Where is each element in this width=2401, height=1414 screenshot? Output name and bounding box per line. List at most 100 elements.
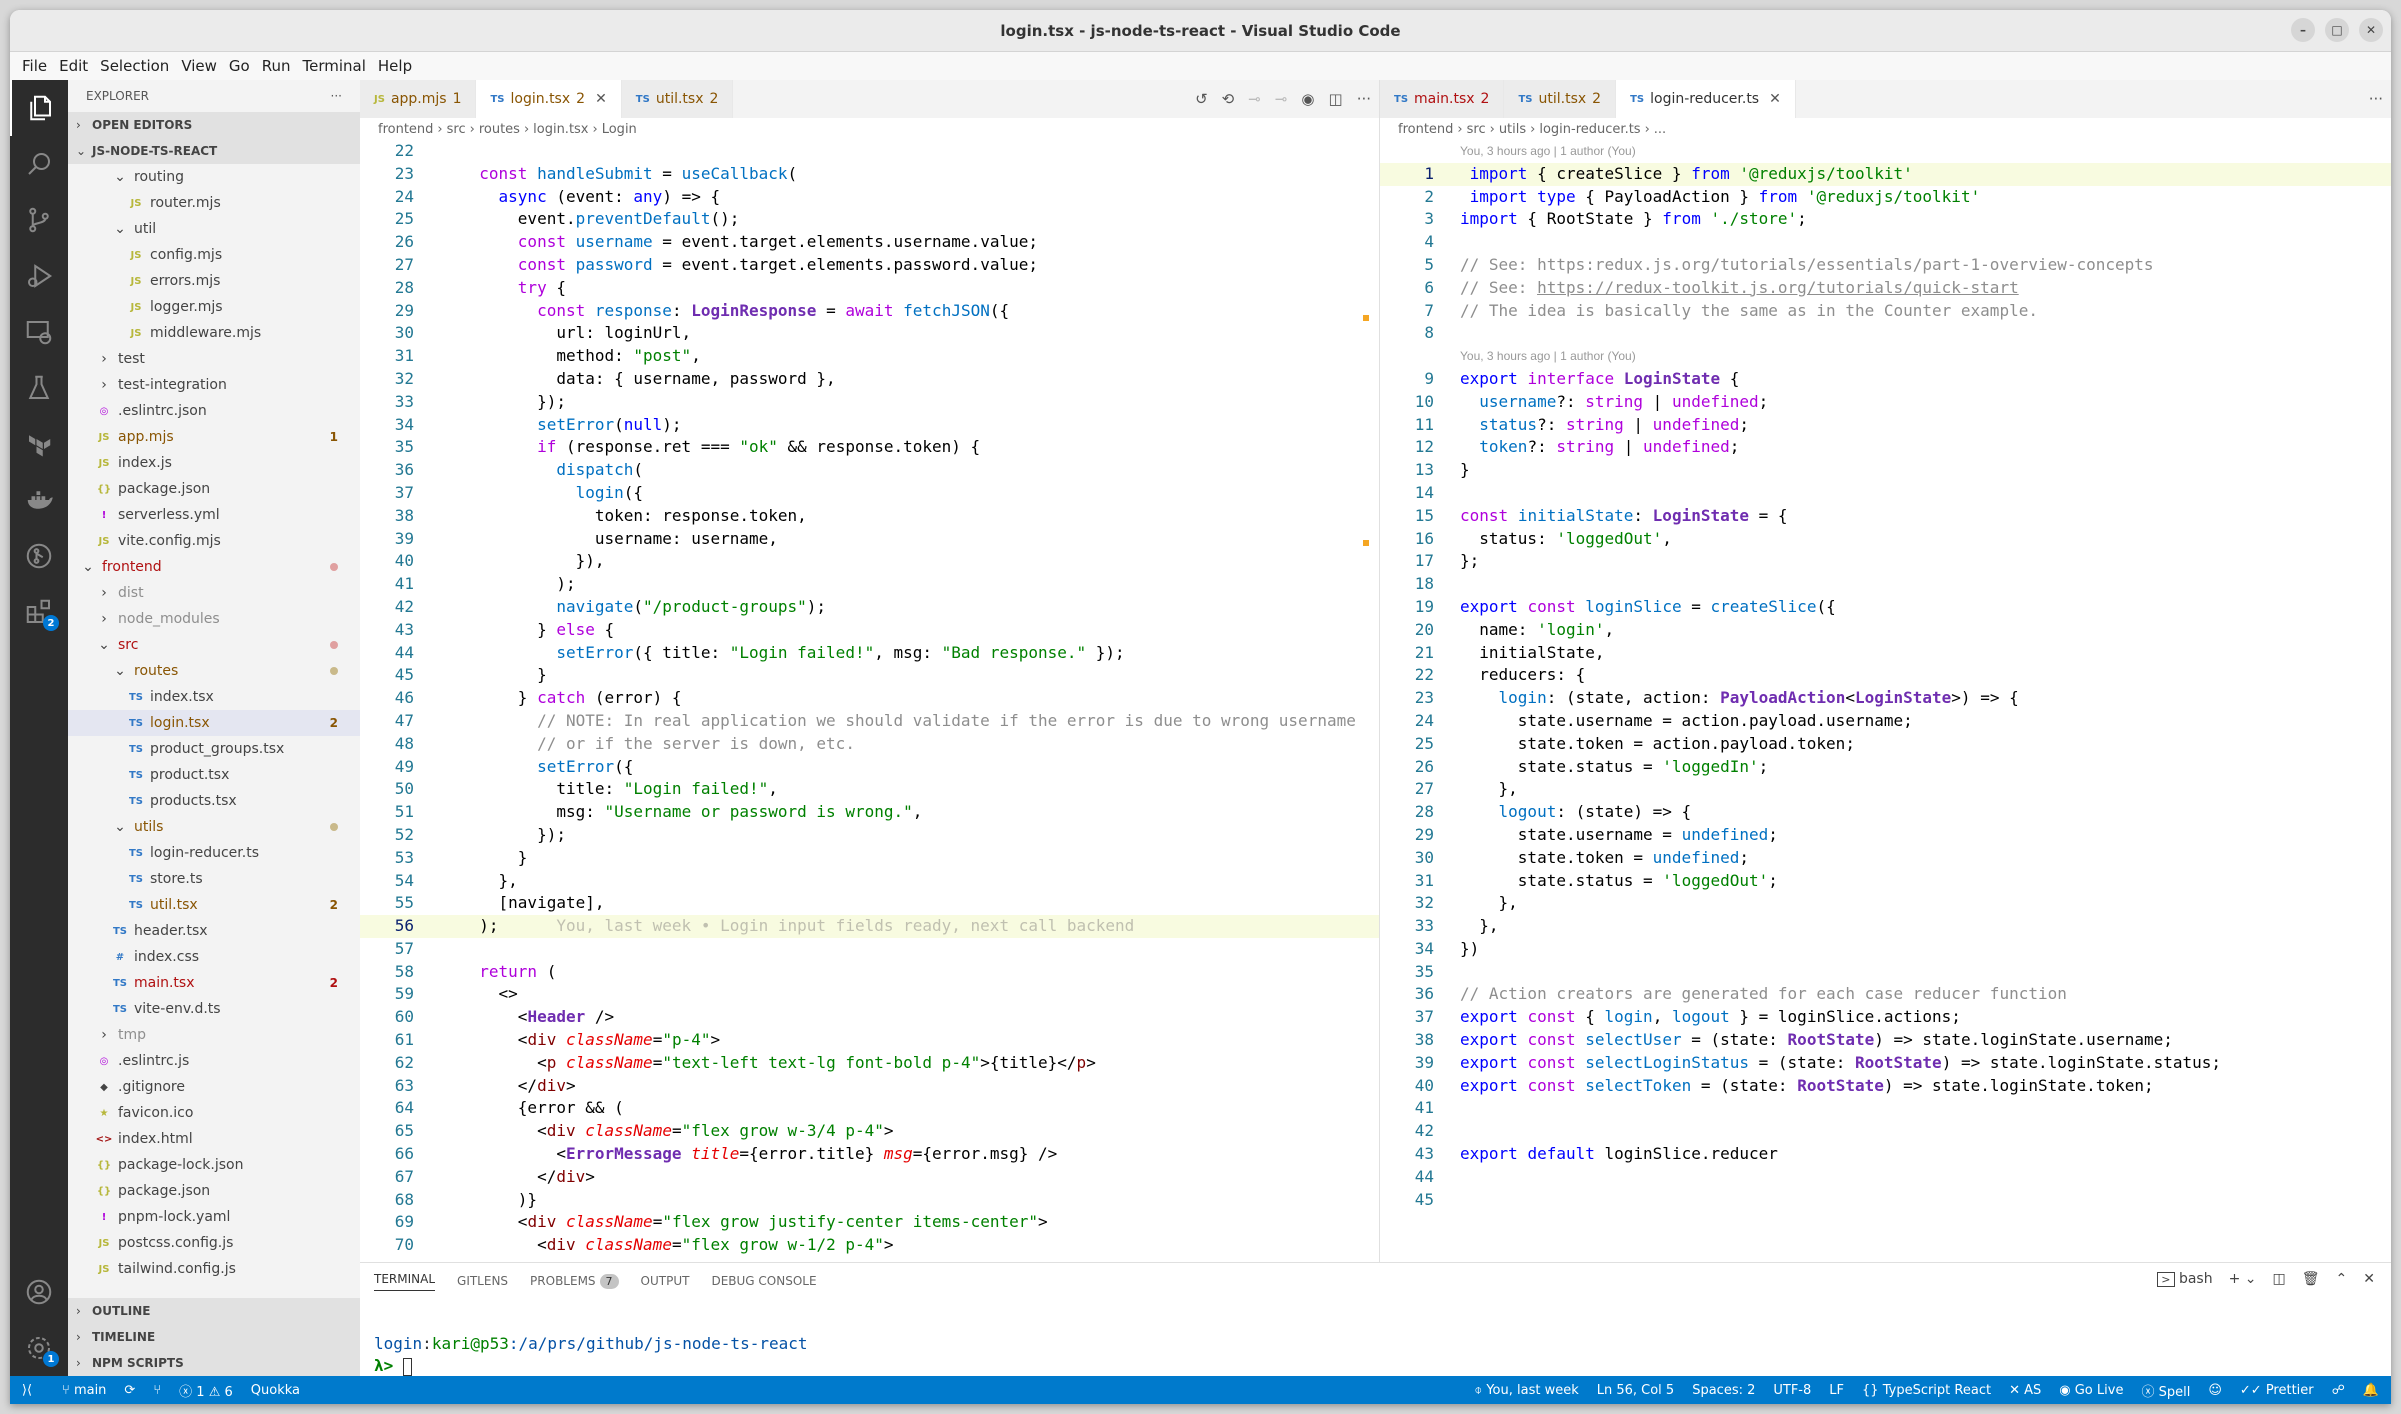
menu-terminal[interactable]: Terminal — [297, 57, 372, 75]
close-tab-icon[interactable]: ✕ — [595, 91, 607, 107]
outline-section[interactable]: › OUTLINE — [68, 1298, 360, 1324]
panel-tab-terminal[interactable]: TERMINAL — [374, 1272, 436, 1291]
prettier-status[interactable]: ✓✓ Prettier — [2240, 1383, 2314, 1398]
close-tab-icon[interactable]: ✕ — [1769, 91, 1781, 107]
open-editors-section[interactable]: › OPEN EDITORS — [68, 112, 360, 138]
panel-tab-problems[interactable]: PROBLEMS 7 — [530, 1274, 619, 1289]
tree-file[interactable]: ◎ .eslintrc.json — [68, 398, 360, 424]
codelens-blame[interactable]: You, 3 hours ago | 1 author (You) — [1380, 140, 2391, 163]
tree-file[interactable]: TS product.tsx — [68, 762, 360, 788]
indentation[interactable]: Spaces: 2 — [1692, 1383, 1755, 1398]
tree-file[interactable]: <> index.html — [68, 1126, 360, 1152]
tree-file[interactable]: TS login.tsx 2 — [68, 710, 360, 736]
tree-file[interactable]: TS store.ts — [68, 866, 360, 892]
editor-tab[interactable]: TS login-reducer.ts ✕ — [1616, 80, 1796, 118]
tree-folder[interactable]: ⌄ util — [68, 216, 360, 242]
feedback-icon[interactable]: ☍ — [2332, 1383, 2345, 1398]
menu-help[interactable]: Help — [372, 57, 418, 75]
tree-file[interactable]: ◎ .eslintrc.js — [68, 1048, 360, 1074]
gitlens-activity[interactable] — [10, 528, 68, 584]
go-live-button[interactable]: ◉ Go Live — [2059, 1383, 2123, 1398]
as-status[interactable]: ✕ AS — [2009, 1383, 2041, 1398]
split-terminal-icon[interactable]: ◫ — [2273, 1271, 2286, 1287]
codelens-blame[interactable]: You, 3 hours ago | 1 author (You) — [1380, 345, 2391, 368]
tree-folder[interactable]: ⌄ src — [68, 632, 360, 658]
menu-edit[interactable]: Edit — [53, 57, 94, 75]
gitlens-compare-icon[interactable]: ◉ — [1301, 90, 1314, 108]
tree-folder[interactable]: › test-integration — [68, 372, 360, 398]
run-debug-activity[interactable] — [10, 248, 68, 304]
breadcrumb-item[interactable]: frontend — [378, 122, 433, 137]
minimize-button[interactable]: – — [2291, 18, 2315, 42]
blame-status[interactable]: ⌽ You, last week — [1474, 1383, 1578, 1398]
remote-explorer-activity[interactable] — [10, 304, 68, 360]
breadcrumb-item[interactable]: src — [1467, 122, 1486, 137]
editor-tab[interactable]: TS main.tsx 2 — [1380, 80, 1505, 118]
gitgraph-icon[interactable]: ⑂ — [153, 1383, 161, 1398]
tree-file[interactable]: JS vite.config.mjs — [68, 528, 360, 554]
breadcrumb-item[interactable]: ... — [1654, 122, 1666, 137]
tree-file[interactable]: JS index.js — [68, 450, 360, 476]
manage-activity[interactable]: 1 — [10, 1320, 68, 1376]
trash-icon[interactable]: 🗑 — [2302, 1271, 2320, 1287]
maximize-button[interactable]: □ — [2325, 18, 2349, 42]
terminal-shell-selector[interactable]: > bash — [2157, 1271, 2213, 1287]
menu-selection[interactable]: Selection — [94, 57, 175, 75]
tree-file[interactable]: TS index.tsx — [68, 684, 360, 710]
extensions-activity[interactable]: 2 — [10, 584, 68, 640]
timeline-section[interactable]: › TIMELINE — [68, 1324, 360, 1350]
tree-file[interactable]: JS router.mjs — [68, 190, 360, 216]
tree-file[interactable]: {} package.json — [68, 476, 360, 502]
explorer-more-button[interactable]: ··· — [331, 89, 342, 103]
problems-status[interactable]: ⓧ 1 ⚠ 6 — [179, 1381, 233, 1400]
tree-file[interactable]: {} package.json — [68, 1178, 360, 1204]
breadcrumb-item[interactable]: routes — [479, 122, 520, 137]
tree-file[interactable]: ★ favicon.ico — [68, 1100, 360, 1126]
tree-file[interactable]: JS logger.mjs — [68, 294, 360, 320]
tree-file[interactable]: TS header.tsx — [68, 918, 360, 944]
editor-tab[interactable]: JS app.mjs 1 — [360, 80, 477, 118]
spell-status[interactable]: ⓧ Spell — [2141, 1381, 2190, 1400]
code-area-right[interactable]: You, 3 hours ago | 1 author (You) 1 impor… — [1380, 140, 2391, 1262]
tree-file[interactable]: ! pnpm-lock.yaml — [68, 1204, 360, 1230]
tree-file[interactable]: JS postcss.config.js — [68, 1230, 360, 1256]
tree-file[interactable]: # index.css — [68, 944, 360, 970]
search-activity[interactable] — [10, 136, 68, 192]
breadcrumb-item[interactable]: src — [447, 122, 466, 137]
tree-file[interactable]: TS products.tsx — [68, 788, 360, 814]
close-panel-icon[interactable]: ✕ — [2363, 1271, 2375, 1287]
panel-tab-gitlens[interactable]: GITLENS — [457, 1274, 508, 1288]
maximize-panel-icon[interactable]: ⌃ — [2336, 1271, 2348, 1287]
sync-icon[interactable]: ⟳ — [124, 1383, 135, 1398]
close-window-button[interactable]: ✕ — [2359, 18, 2383, 42]
encoding[interactable]: UTF-8 — [1773, 1383, 1811, 1398]
tree-file[interactable]: TS product_groups.tsx — [68, 736, 360, 762]
split-editor-icon[interactable]: ◫ — [1329, 90, 1343, 108]
terminal-output[interactable]: login:kari@p53:/a/prs/github/js-node-ts-… — [374, 1333, 808, 1377]
source-control-activity[interactable] — [10, 192, 68, 248]
panel-tab-debug-console[interactable]: DEBUG CONSOLE — [711, 1274, 816, 1288]
tree-folder[interactable]: ⌄ routes — [68, 658, 360, 684]
more-actions-icon[interactable]: ··· — [2369, 90, 2383, 108]
editor-tab[interactable]: TS util.tsx 2 — [621, 80, 734, 118]
project-section[interactable]: ⌄ JS-NODE-TS-REACT — [68, 138, 360, 164]
copilot-icon[interactable]: ☺ — [2208, 1383, 2222, 1398]
tree-file[interactable]: JS config.mjs — [68, 242, 360, 268]
cursor-position[interactable]: Ln 56, Col 5 — [1597, 1383, 1674, 1398]
breadcrumb-item[interactable]: login-reducer.ts — [1539, 122, 1640, 137]
terraform-activity[interactable] — [10, 416, 68, 472]
menu-view[interactable]: View — [175, 57, 223, 75]
branch-status[interactable]: ⑂ main — [62, 1383, 106, 1398]
accounts-activity[interactable] — [10, 1264, 68, 1320]
breadcrumb-item[interactable]: frontend — [1398, 122, 1453, 137]
tree-folder[interactable]: ⌄ frontend — [68, 554, 360, 580]
tree-file[interactable]: JS errors.mjs — [68, 268, 360, 294]
previous-change-icon[interactable]: ⟲ — [1222, 90, 1235, 108]
breadcrumb-item[interactable]: utils — [1499, 122, 1526, 137]
quokka-status[interactable]: Quokka — [251, 1383, 300, 1398]
tree-file[interactable]: JS middleware.mjs — [68, 320, 360, 346]
testing-activity[interactable] — [10, 360, 68, 416]
code-area-left[interactable]: 22 23 const handleSubmit = useCallback(24… — [360, 140, 1379, 1262]
menu-run[interactable]: Run — [256, 57, 297, 75]
tree-folder[interactable]: › tmp — [68, 1022, 360, 1048]
